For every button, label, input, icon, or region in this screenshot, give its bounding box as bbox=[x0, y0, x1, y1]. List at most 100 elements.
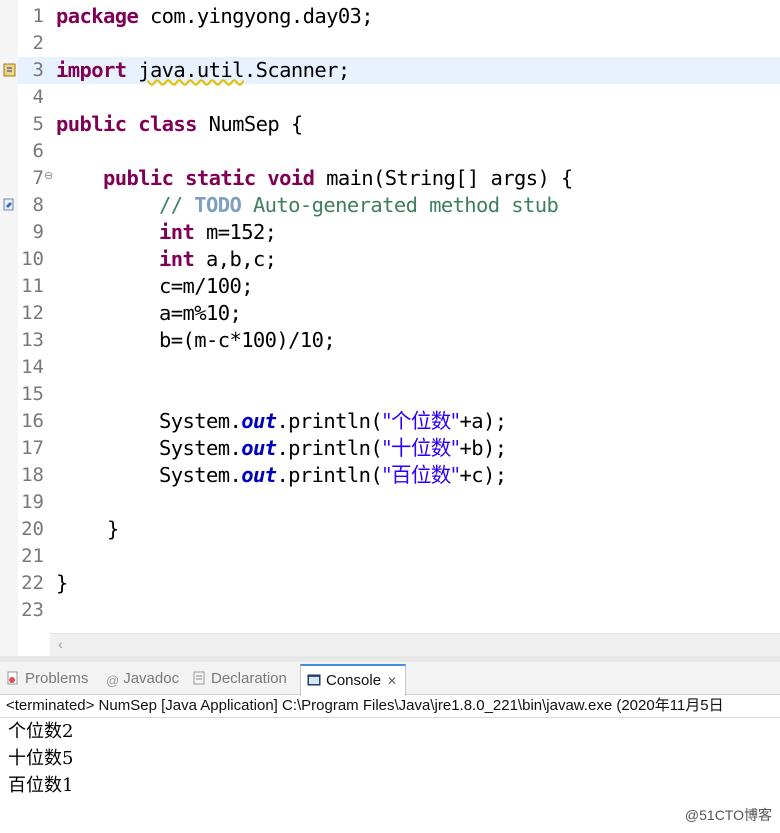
fold-collapse-icon[interactable]: ⊖ bbox=[44, 169, 53, 182]
keyword: int bbox=[159, 247, 195, 271]
code-editor[interactable]: 1 2 3 4 5 6 7 8 9 10 11 12 13 14 15 16 1… bbox=[0, 0, 780, 660]
code-line[interactable]: System.out.println("个位数"+a); bbox=[159, 408, 507, 435]
code-text: .Scanner; bbox=[243, 58, 350, 82]
line-number: 1 bbox=[32, 5, 44, 27]
line-number: 7 bbox=[32, 167, 44, 189]
line-number: 9 bbox=[32, 221, 44, 243]
code-line[interactable]: public class NumSep { bbox=[56, 111, 303, 138]
line-number: 8 bbox=[32, 194, 44, 216]
code-text: .println( bbox=[276, 463, 383, 487]
string-literal: "百位数" bbox=[382, 463, 460, 487]
task-marker-icon[interactable] bbox=[3, 197, 16, 211]
keyword: public bbox=[56, 112, 127, 136]
line-number: 5 bbox=[32, 113, 44, 135]
static-field: out bbox=[241, 463, 277, 487]
line-number: 3 bbox=[32, 59, 44, 81]
console-output-line: 百位数1 bbox=[8, 775, 74, 796]
code-line[interactable]: System.out.println("百位数"+c); bbox=[159, 462, 507, 489]
comment: Auto-generated method stub bbox=[241, 193, 559, 217]
watermark: @51CTO博客 bbox=[684, 807, 772, 823]
keyword: package bbox=[56, 4, 139, 28]
console-output-line: 十位数5 bbox=[8, 748, 74, 769]
code-line[interactable]: package com.yingyong.day03; bbox=[56, 3, 374, 30]
console-status: <terminated> NumSep [Java Application] C… bbox=[0, 695, 780, 718]
scroll-left-icon[interactable]: ‹ bbox=[58, 636, 63, 652]
static-field: out bbox=[241, 409, 277, 433]
close-icon[interactable]: ✕ bbox=[387, 674, 397, 688]
line-number: 19 bbox=[21, 491, 44, 513]
code-text: com.yingyong.day03; bbox=[138, 4, 374, 28]
line-number: 12 bbox=[21, 302, 44, 324]
line-number: 13 bbox=[21, 329, 44, 351]
line-number: 10 bbox=[21, 248, 44, 270]
code-line[interactable]: int a,b,c; bbox=[159, 246, 277, 273]
line-number: 11 bbox=[21, 275, 44, 297]
string-literal: "十位数" bbox=[382, 436, 460, 460]
code-text: System. bbox=[159, 436, 242, 460]
line-number: 22 bbox=[21, 572, 44, 594]
line-number: 17 bbox=[21, 437, 44, 459]
unused-import-warning: java.util bbox=[138, 58, 244, 82]
keyword: import bbox=[56, 58, 127, 82]
warning-marker-icon[interactable] bbox=[3, 63, 16, 77]
code-line[interactable]: c=m/100; bbox=[159, 273, 254, 300]
line-number: 20 bbox=[21, 518, 44, 540]
tab-javadoc[interactable]: @ Javadoc bbox=[106, 668, 179, 690]
static-field: out bbox=[241, 436, 277, 460]
line-number: 2 bbox=[32, 32, 44, 54]
code-text: .println( bbox=[276, 436, 383, 460]
keyword: static bbox=[185, 166, 256, 190]
code-text: m=152; bbox=[194, 220, 277, 244]
code-text: +c); bbox=[459, 463, 507, 487]
tab-declaration[interactable]: Declaration bbox=[192, 668, 287, 690]
code-line[interactable]: System.out.println("十位数"+b); bbox=[159, 435, 507, 462]
annotation-ruler bbox=[0, 0, 18, 660]
horizontal-scrollbar[interactable]: ‹ bbox=[50, 633, 780, 656]
bottom-panel-tabs: Problems @ Javadoc Declaration Console ✕ bbox=[0, 662, 780, 696]
code-text: a,b,c; bbox=[194, 247, 277, 271]
code-text: +a); bbox=[459, 409, 507, 433]
line-number: 15 bbox=[21, 383, 44, 405]
line-number: 23 bbox=[21, 599, 44, 621]
line-number: 4 bbox=[32, 86, 44, 108]
keyword: int bbox=[159, 220, 195, 244]
console-output-line: 个位数2 bbox=[8, 721, 74, 742]
tab-console[interactable]: Console ✕ bbox=[300, 664, 407, 696]
code-line[interactable]: int m=152; bbox=[159, 219, 277, 246]
code-line[interactable]: import java.util.Scanner; bbox=[56, 57, 350, 84]
comment: // bbox=[159, 193, 195, 217]
code-line[interactable]: } bbox=[56, 570, 68, 597]
tab-label: Console bbox=[326, 672, 382, 689]
code-text: main(String[] args) { bbox=[314, 166, 573, 190]
tab-label: Problems bbox=[25, 670, 89, 687]
line-number: 6 bbox=[32, 140, 44, 162]
string-literal: "个位数" bbox=[382, 409, 460, 433]
code-text: NumSep { bbox=[196, 112, 304, 136]
code-text: .println( bbox=[276, 409, 383, 433]
problems-icon bbox=[7, 671, 18, 685]
line-number: 16 bbox=[21, 410, 44, 432]
code-line[interactable]: public static void main(String[] args) { bbox=[56, 165, 573, 192]
javadoc-icon: @ bbox=[106, 673, 120, 688]
tab-label: Javadoc bbox=[123, 670, 180, 687]
line-number: 18 bbox=[21, 464, 44, 486]
tab-problems[interactable]: Problems bbox=[6, 668, 88, 690]
code-line[interactable]: } bbox=[107, 516, 119, 543]
declaration-icon bbox=[193, 671, 205, 685]
code-line[interactable]: b=(m-c*100)/10; bbox=[159, 327, 336, 354]
todo-tag: TODO bbox=[194, 193, 242, 217]
code-line[interactable]: // TODO Auto-generated method stub bbox=[159, 192, 559, 219]
code-text: System. bbox=[159, 463, 242, 487]
tab-label: Declaration bbox=[211, 670, 287, 687]
line-number: 14 bbox=[21, 356, 44, 378]
code-text: System. bbox=[159, 409, 242, 433]
code-line[interactable]: a=m%10; bbox=[159, 300, 242, 327]
keyword: class bbox=[138, 112, 197, 136]
keyword: public bbox=[102, 166, 174, 190]
keyword: void bbox=[267, 166, 315, 190]
line-number: 21 bbox=[21, 545, 44, 567]
code-text: +b); bbox=[459, 436, 507, 460]
console-icon bbox=[307, 674, 321, 686]
